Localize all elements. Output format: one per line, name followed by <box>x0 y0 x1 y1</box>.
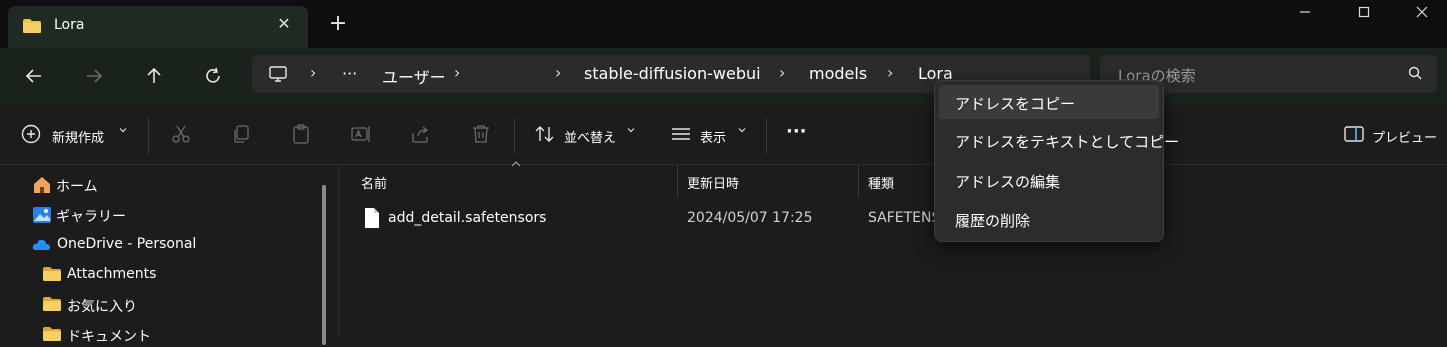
folder-icon <box>22 18 42 38</box>
search-icon[interactable] <box>1407 65 1423 85</box>
address-context-menu: アドレスをコピー アドレスをテキストとしてコピー アドレスの編集 履歴の削除 <box>934 80 1179 242</box>
up-arrow-icon[interactable] <box>142 66 166 90</box>
navigation-pane: ホーム ギャラリー OneDrive - Personal Attachment… <box>0 165 339 345</box>
view-icon[interactable] <box>670 123 692 145</box>
command-bar: 新規作成 並べ替え 表示 ··· プレビュー <box>0 106 1447 165</box>
file-icon <box>363 207 381 233</box>
breadcrumb-overflow[interactable]: ··· <box>342 64 357 83</box>
back-arrow-icon[interactable] <box>22 66 46 90</box>
copy-icon[interactable] <box>230 123 252 145</box>
refresh-icon[interactable] <box>201 66 225 90</box>
breadcrumb-models[interactable]: models <box>809 64 867 83</box>
close-window-icon[interactable] <box>1402 4 1442 24</box>
sidebar-item-label: お気に入り <box>67 299 137 315</box>
menu-item-label: アドレスをテキストとしてコピー <box>955 133 1180 151</box>
sort-icon[interactable] <box>534 123 556 145</box>
folder-icon <box>42 325 62 347</box>
column-header-name[interactable]: 名前 <box>361 173 387 192</box>
column-header-modified[interactable]: 更新日時 <box>687 173 739 192</box>
new-item-icon[interactable] <box>20 123 42 145</box>
close-tab-icon[interactable]: ✕ <box>274 14 294 34</box>
breadcrumb-separator[interactable]: › <box>454 63 460 82</box>
menu-item-label: 履歴の削除 <box>955 212 1031 230</box>
breadcrumb-users[interactable]: ユーザー <box>382 64 446 88</box>
paste-icon[interactable] <box>290 123 312 145</box>
breadcrumb-separator[interactable]: › <box>555 63 561 82</box>
share-icon[interactable] <box>410 123 432 145</box>
maximize-icon[interactable] <box>1344 4 1384 24</box>
breadcrumb-separator[interactable]: › <box>779 63 785 82</box>
rename-icon[interactable] <box>350 123 372 145</box>
breadcrumb-separator[interactable]: › <box>887 63 893 82</box>
view-button-label[interactable]: 表示 <box>700 127 726 146</box>
file-name[interactable]: add_detail.safetensors <box>388 210 546 226</box>
navigation-bar: › ··· ユーザー › › stable-diffusion-webui › … <box>0 48 1447 106</box>
more-options-button[interactable]: ··· <box>786 121 807 142</box>
breadcrumb-separator[interactable]: › <box>310 63 316 82</box>
sidebar-item-label: ギャラリー <box>56 209 126 225</box>
menu-item-copy-address-as-text[interactable]: アドレスをテキストとしてコピー <box>939 123 1179 157</box>
toolbar-divider <box>148 118 149 154</box>
menu-item-copy-address[interactable]: アドレスをコピー <box>939 85 1159 119</box>
sidebar-scrollbar[interactable] <box>322 185 326 345</box>
sidebar-item-label: ドキュメント <box>67 329 151 345</box>
cloud-icon <box>32 235 52 259</box>
title-bar: Lora ✕ + <box>0 0 1447 48</box>
column-divider[interactable] <box>677 165 678 197</box>
menu-item-delete-history[interactable]: 履歴の削除 <box>939 202 1159 236</box>
chevron-down-icon[interactable] <box>737 124 747 139</box>
tab-lora[interactable]: Lora ✕ <box>8 6 308 48</box>
menu-item-edit-address[interactable]: アドレスの編集 <box>939 163 1159 197</box>
new-button-label[interactable]: 新規作成 <box>52 127 104 146</box>
breadcrumb-stable-diffusion-webui[interactable]: stable-diffusion-webui <box>584 64 761 83</box>
column-divider[interactable] <box>858 165 859 197</box>
sidebar-item-label: ホーム <box>56 179 98 195</box>
file-type: SAFETENS <box>868 210 941 226</box>
menu-item-label: アドレスの編集 <box>955 173 1061 191</box>
sort-indicator-icon <box>511 159 521 170</box>
gallery-icon <box>32 205 52 229</box>
new-tab-button[interactable]: + <box>328 13 348 35</box>
folder-icon <box>42 295 62 317</box>
this-pc-icon[interactable] <box>268 64 288 88</box>
menu-item-label: アドレスをコピー <box>955 95 1076 113</box>
sidebar-item-label: Attachments <box>67 266 157 282</box>
toolbar-divider <box>766 118 767 154</box>
delete-icon[interactable] <box>470 123 492 145</box>
preview-pane-icon[interactable] <box>1343 123 1365 145</box>
sort-button-label[interactable]: 並べ替え <box>564 127 616 146</box>
sidebar-item-label: OneDrive - Personal <box>57 236 197 252</box>
minimize-icon[interactable] <box>1285 4 1325 24</box>
toolbar-divider <box>514 118 515 154</box>
forward-arrow-icon[interactable] <box>82 66 106 90</box>
chevron-down-icon[interactable] <box>118 124 128 139</box>
tab-title: Lora <box>54 17 85 33</box>
cut-icon[interactable] <box>170 123 192 145</box>
file-modified: 2024/05/07 17:25 <box>687 210 813 226</box>
folder-icon <box>42 265 62 287</box>
chevron-down-icon[interactable] <box>626 124 636 139</box>
preview-button-label[interactable]: プレビュー <box>1372 127 1437 146</box>
column-header-type[interactable]: 種類 <box>868 173 894 192</box>
home-icon <box>32 175 52 199</box>
file-list: 名前 更新日時 種類 add_detail.safetensors 2024/0… <box>339 161 1447 337</box>
